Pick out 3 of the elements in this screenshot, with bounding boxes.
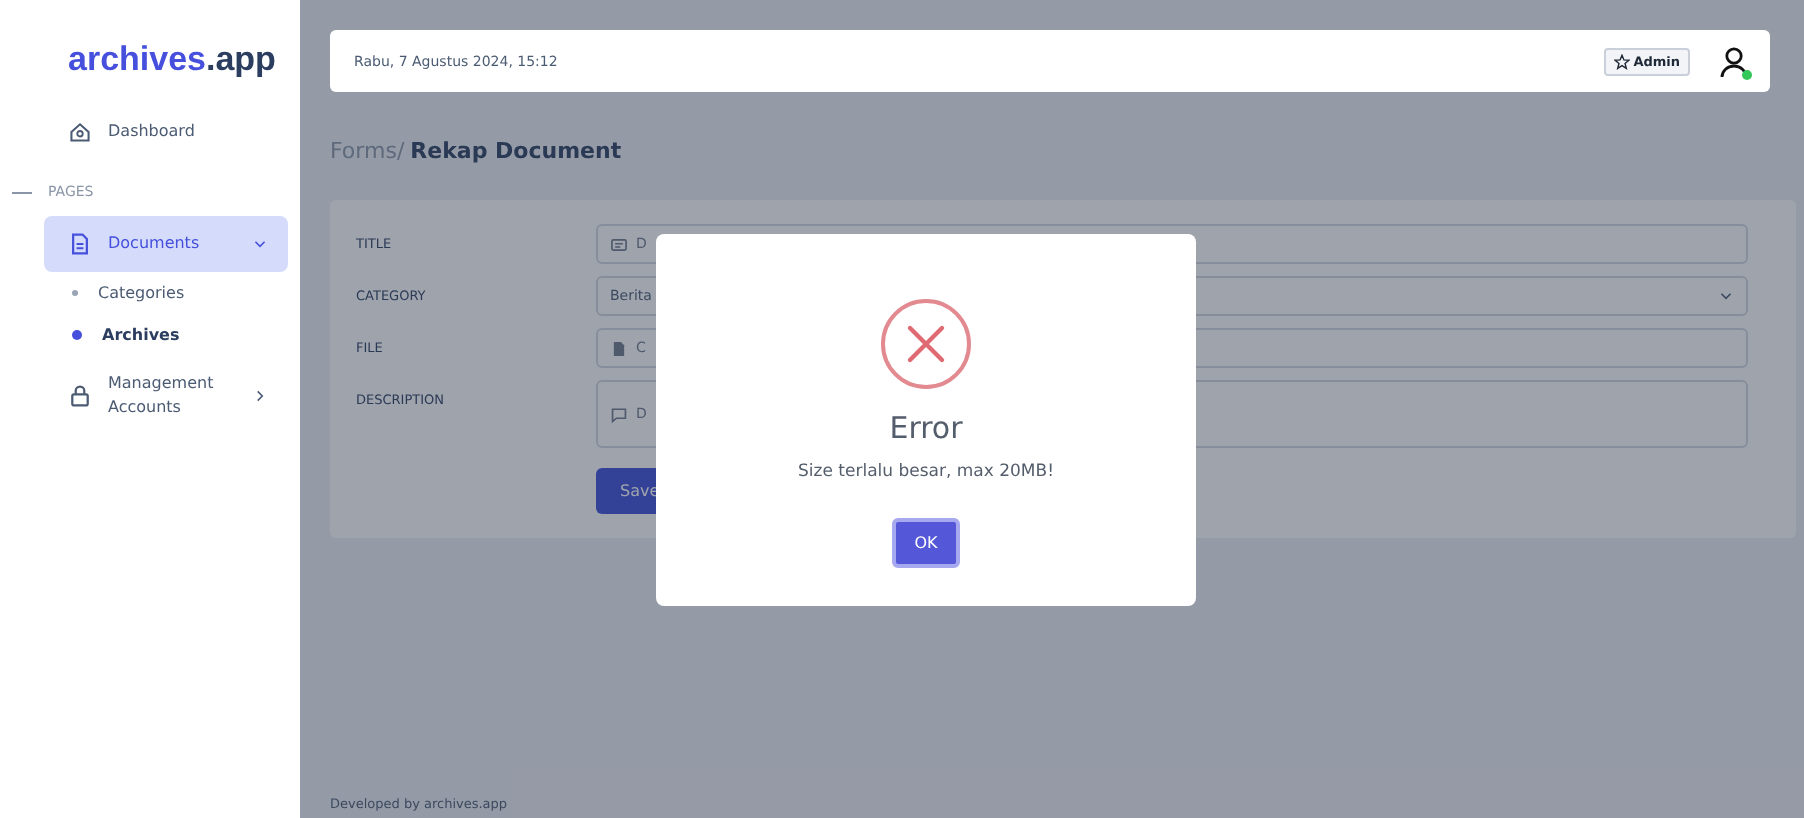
page-title: Rekap Document (410, 138, 622, 164)
dialog-title: Error (889, 410, 963, 446)
dialog-message: Size terlalu besar, max 20MB! (798, 462, 1054, 482)
